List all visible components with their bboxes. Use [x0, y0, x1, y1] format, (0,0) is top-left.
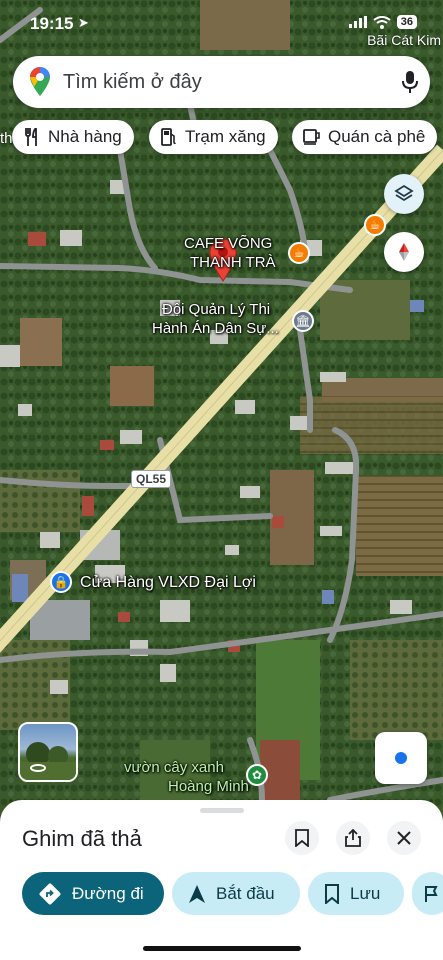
cafe-name-line1: CAFE VÕNG	[184, 235, 273, 252]
sheet-drag-handle[interactable]	[200, 808, 244, 813]
status-time: 19:15	[30, 14, 74, 33]
cellular-signal-icon	[348, 16, 367, 28]
my-location-button[interactable]	[375, 732, 427, 784]
start-button[interactable]: Bắt đầu	[172, 872, 300, 915]
directions-icon	[38, 882, 62, 906]
directions-button[interactable]: Đường đi	[22, 872, 164, 915]
chip-coffee[interactable]: Quán cà phê	[292, 120, 438, 154]
chip-label: Quán cà phê	[328, 127, 426, 146]
chip-label: Trạm xăng	[185, 127, 266, 146]
map-label-office[interactable]: Đội Quản Lý Thi Hành Án Dân Sự...	[152, 300, 279, 338]
close-button[interactable]	[387, 821, 421, 855]
share-icon	[345, 829, 361, 847]
start-label: Bắt đầu	[216, 883, 275, 903]
store-lock-icon[interactable]: 🔒	[50, 571, 72, 593]
microphone-icon[interactable]	[390, 71, 430, 93]
location-arrow-icon: ➤	[78, 15, 89, 30]
cafe-poi-icon[interactable]: ☕	[288, 242, 310, 264]
sheet-title: Ghim đã thả	[22, 826, 142, 851]
garden-name-line1: vườn cây xanh	[124, 759, 224, 776]
road-badge-ql55: QL55	[131, 470, 172, 488]
chip-restaurants[interactable]: Nhà hàng	[12, 120, 134, 154]
dropped-pin-sheet: Ghim đã thả Đường đi Bắt đầu Lưu	[0, 800, 443, 960]
chip-label: Nhà hàng	[48, 127, 122, 146]
gas-station-icon	[159, 128, 179, 146]
google-maps-pin-icon	[29, 67, 51, 97]
map-label-garden[interactable]: vườn cây xanh Hoàng Minh	[124, 758, 249, 796]
government-building-icon[interactable]: 🏛	[292, 310, 314, 332]
directions-label: Đường đi	[72, 883, 144, 903]
bookmark-icon	[295, 829, 309, 847]
office-name-line2: Hành Án Dân Sự...	[152, 320, 279, 337]
navigation-arrow-icon	[188, 884, 206, 904]
save-label: Lưu	[350, 883, 381, 903]
bookmark-icon	[324, 883, 340, 904]
layers-icon	[394, 184, 414, 202]
search-bar[interactable]: Tìm kiếm ở đây	[13, 56, 430, 108]
park-flower-icon[interactable]: ✿	[246, 764, 268, 786]
save-button[interactable]: Lưu	[308, 872, 404, 915]
close-icon	[397, 831, 411, 845]
garden-name-line2: Hoàng Minh	[168, 778, 249, 795]
back-to-app-link[interactable]: Bãi Cát Kim	[367, 32, 441, 48]
compass-button[interactable]	[384, 232, 424, 272]
battery-indicator: 36	[396, 15, 417, 29]
map-label-store[interactable]: Cửa Hàng VLXD Đại Lợi	[80, 573, 256, 592]
office-name-line1: Đội Quản Lý Thi	[162, 301, 271, 318]
search-input[interactable]: Tìm kiếm ở đây	[63, 71, 390, 94]
chip-partial[interactable]: th	[0, 130, 13, 147]
save-pin-button[interactable]	[285, 821, 319, 855]
wifi-icon	[373, 15, 391, 29]
fork-knife-icon	[22, 128, 42, 146]
coffee-cup-icon	[302, 129, 322, 145]
my-location-icon	[393, 750, 409, 766]
category-chips: Nhà hàng Trạm xăng Quán cà phê th th	[0, 120, 443, 156]
compass-icon	[399, 243, 409, 261]
chip-gas-stations[interactable]: Trạm xăng	[149, 120, 278, 154]
street-view-thumbnail[interactable]	[18, 722, 78, 782]
home-indicator[interactable]	[143, 946, 301, 951]
street-view-360-icon	[30, 764, 46, 772]
cafe-name-line2: THANH TRÀ	[190, 254, 276, 271]
flag-icon	[424, 885, 438, 903]
share-button[interactable]	[336, 821, 370, 855]
map-label-cafe[interactable]: CAFE VÕNG THANH TRÀ	[184, 234, 276, 272]
layers-button[interactable]	[384, 174, 424, 214]
cafe-poi-icon[interactable]: ☕	[364, 214, 386, 236]
status-bar: 19:15 ➤ 36 Bãi Cát Kim	[0, 0, 443, 48]
more-actions-button[interactable]	[412, 872, 443, 915]
